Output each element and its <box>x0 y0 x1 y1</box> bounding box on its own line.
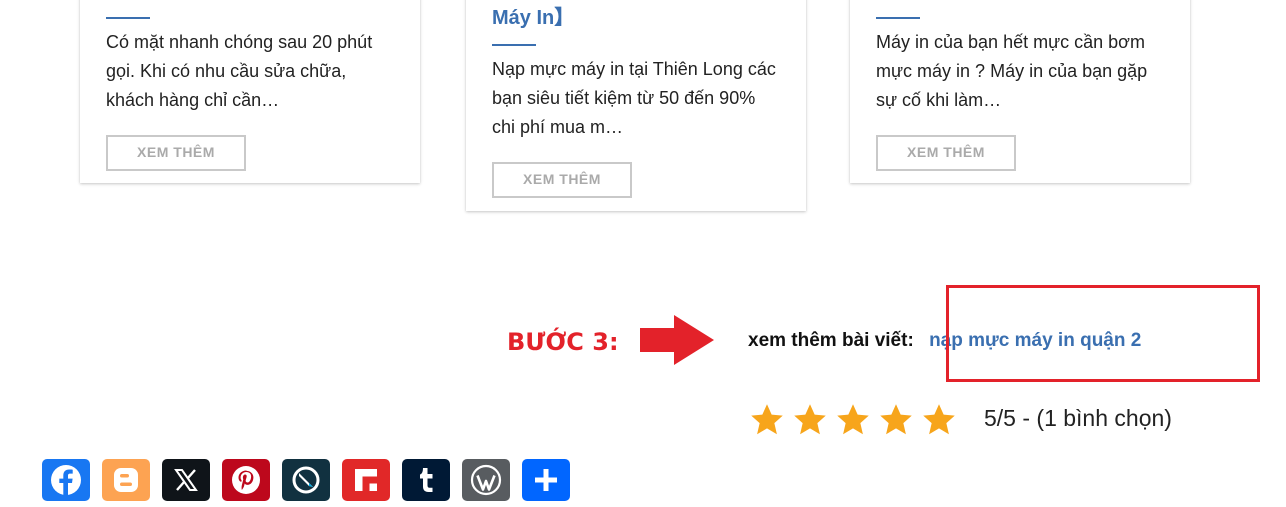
post-card: Máy In】 Nạp mực máy in tại Thiên Long cá… <box>466 0 806 211</box>
share-flipboard-button[interactable] <box>342 459 390 501</box>
highlight-box <box>946 285 1260 382</box>
read-more-button[interactable]: XEM THÊM <box>876 135 1016 171</box>
card-title-underline <box>876 17 920 19</box>
star-icon[interactable] <box>877 402 915 438</box>
share-more-button[interactable] <box>522 459 570 501</box>
star-icon[interactable] <box>920 402 958 438</box>
card-excerpt: Có mặt nhanh chóng sau 20 phút gọi. Khi … <box>106 32 373 110</box>
share-wordpress-button[interactable] <box>462 459 510 501</box>
blogger-icon <box>114 468 138 492</box>
share-facebook-button[interactable] <box>42 459 90 501</box>
share-livejournal-button[interactable] <box>282 459 330 501</box>
read-more-button[interactable]: XEM THÊM <box>106 135 246 171</box>
card-title[interactable]: Máy In】 <box>492 6 574 30</box>
facebook-icon <box>51 465 81 495</box>
share-icon <box>535 469 557 491</box>
arrow-right-icon <box>640 315 714 365</box>
read-more-button[interactable]: XEM THÊM <box>492 162 632 198</box>
rating-summary: 5/5 - (1 bình chọn) <box>984 405 1172 431</box>
flipboard-icon <box>355 469 377 491</box>
tumblr-icon <box>420 468 433 492</box>
star-rating <box>748 402 958 438</box>
share-blogger-button[interactable] <box>102 459 150 501</box>
card-title-underline <box>106 17 150 19</box>
pinterest-icon <box>232 466 260 494</box>
share-bar <box>42 459 570 501</box>
post-card: Có mặt nhanh chóng sau 20 phút gọi. Khi … <box>80 0 420 183</box>
share-tumblr-button[interactable] <box>402 459 450 501</box>
livejournal-icon <box>292 466 320 494</box>
card-title-underline <box>492 44 536 46</box>
related-label: xem thêm bài viết: <box>748 330 914 351</box>
step-label: BƯỚC 3: <box>507 328 619 356</box>
star-icon[interactable] <box>834 402 872 438</box>
star-icon[interactable] <box>748 402 786 438</box>
share-pinterest-button[interactable] <box>222 459 270 501</box>
x-icon <box>174 469 198 491</box>
card-excerpt: Máy in của bạn hết mực cần bơm mực máy i… <box>876 32 1148 110</box>
share-x-button[interactable] <box>162 459 210 501</box>
wordpress-icon <box>470 464 502 496</box>
star-icon[interactable] <box>791 402 829 438</box>
post-card: Máy in của bạn hết mực cần bơm mực máy i… <box>850 0 1190 183</box>
card-excerpt: Nạp mực máy in tại Thiên Long các bạn si… <box>492 59 776 137</box>
